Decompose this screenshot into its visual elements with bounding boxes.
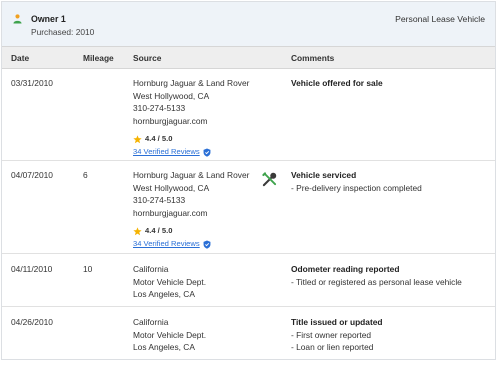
row-date: 04/11/2010 <box>11 264 53 274</box>
row-source: Hornburg Jaguar & Land Rover West Hollyw… <box>133 77 258 159</box>
row-comments: Vehicle serviced - Pre-delivery inspecti… <box>291 169 491 194</box>
source-department: Motor Vehicle Dept. <box>133 329 207 340</box>
row-date: 03/31/2010 <box>11 78 53 88</box>
table-row: 04/11/2010 10 California Motor Vehicle D… <box>2 254 495 307</box>
comment-title: Title issued or updated <box>291 317 383 327</box>
comment-title: Odometer reading reported <box>291 264 400 274</box>
service-tools-icon <box>262 172 277 187</box>
dealer-rating: 4.4 / 5.0 <box>133 225 258 237</box>
vehicle-use-type: Personal Lease Vehicle <box>395 14 485 24</box>
row-source: Hornburg Jaguar & Land Rover West Hollyw… <box>133 169 258 251</box>
source-phone: 310-274-5133 <box>133 195 186 205</box>
comment-detail: - Titled or registered as personal lease… <box>291 276 462 287</box>
source-location: Los Angeles, CA <box>133 342 195 352</box>
source-name: California <box>133 317 169 327</box>
verified-reviews: 34 Verified Reviews <box>133 238 258 251</box>
source-phone: 310-274-5133 <box>133 103 186 113</box>
ownership-history-card: Owner 1 Purchased: 2010 Personal Lease V… <box>1 1 496 360</box>
row-comments: Odometer reading reported - Titled or re… <box>291 263 491 288</box>
source-location: West Hollywood, CA <box>133 182 210 193</box>
person-icon <box>13 14 22 24</box>
purchased-year: Purchased: 2010 <box>31 27 95 37</box>
row-date: 04/07/2010 <box>11 170 53 180</box>
source-website: hornburgjaguar.com <box>133 115 208 126</box>
owner-header: Owner 1 Purchased: 2010 Personal Lease V… <box>2 2 495 46</box>
comment-title: Vehicle offered for sale <box>291 78 383 88</box>
rating-value: 4.4 / 5.0 <box>145 133 173 143</box>
row-comments: Vehicle offered for sale <box>291 77 491 90</box>
row-comments: Title issued or updated - First owner re… <box>291 316 491 354</box>
column-header-comments: Comments <box>291 53 335 63</box>
source-website: hornburgjaguar.com <box>133 207 208 218</box>
column-header-mileage: Mileage <box>83 53 114 63</box>
verified-reviews-link[interactable]: 34 Verified Reviews <box>133 146 200 159</box>
column-header-date: Date <box>11 53 30 63</box>
comment-detail: - Loan or lien reported <box>291 342 374 352</box>
source-name: Hornburg Jaguar & Land Rover <box>133 78 250 88</box>
rating-value: 4.4 / 5.0 <box>145 225 173 235</box>
source-location: Los Angeles, CA <box>133 289 195 299</box>
table-row: 04/26/2010 California Motor Vehicle Dept… <box>2 307 495 359</box>
source-name: Hornburg Jaguar & Land Rover <box>133 170 250 180</box>
comment-detail: - Pre-delivery inspection completed <box>291 182 422 193</box>
star-icon <box>133 226 142 235</box>
verified-shield-icon <box>203 240 211 249</box>
source-name: California <box>133 264 169 274</box>
table-row: 03/31/2010 Hornburg Jaguar & Land Rover … <box>2 69 495 161</box>
column-header-source: Source <box>133 53 162 63</box>
dealer-rating: 4.4 / 5.0 <box>133 133 258 145</box>
row-source: California Motor Vehicle Dept. Los Angel… <box>133 316 258 354</box>
verified-reviews-link[interactable]: 34 Verified Reviews <box>133 238 200 251</box>
table-header: Date Mileage Source Comments <box>2 46 495 69</box>
comment-title: Vehicle serviced <box>291 170 357 180</box>
row-source: California Motor Vehicle Dept. Los Angel… <box>133 263 258 301</box>
owner-title: Owner 1 <box>31 14 66 24</box>
table-row: 04/07/2010 6 Hornburg Jaguar & Land Rove… <box>2 161 495 254</box>
source-department: Motor Vehicle Dept. <box>133 276 207 287</box>
verified-shield-icon <box>203 148 211 157</box>
source-location: West Hollywood, CA <box>133 90 210 101</box>
star-icon <box>133 134 142 143</box>
row-mileage: 10 <box>83 264 93 274</box>
row-date: 04/26/2010 <box>11 317 53 327</box>
comment-detail: - First owner reported <box>291 329 372 340</box>
verified-reviews: 34 Verified Reviews <box>133 146 258 159</box>
row-mileage: 6 <box>83 170 88 180</box>
